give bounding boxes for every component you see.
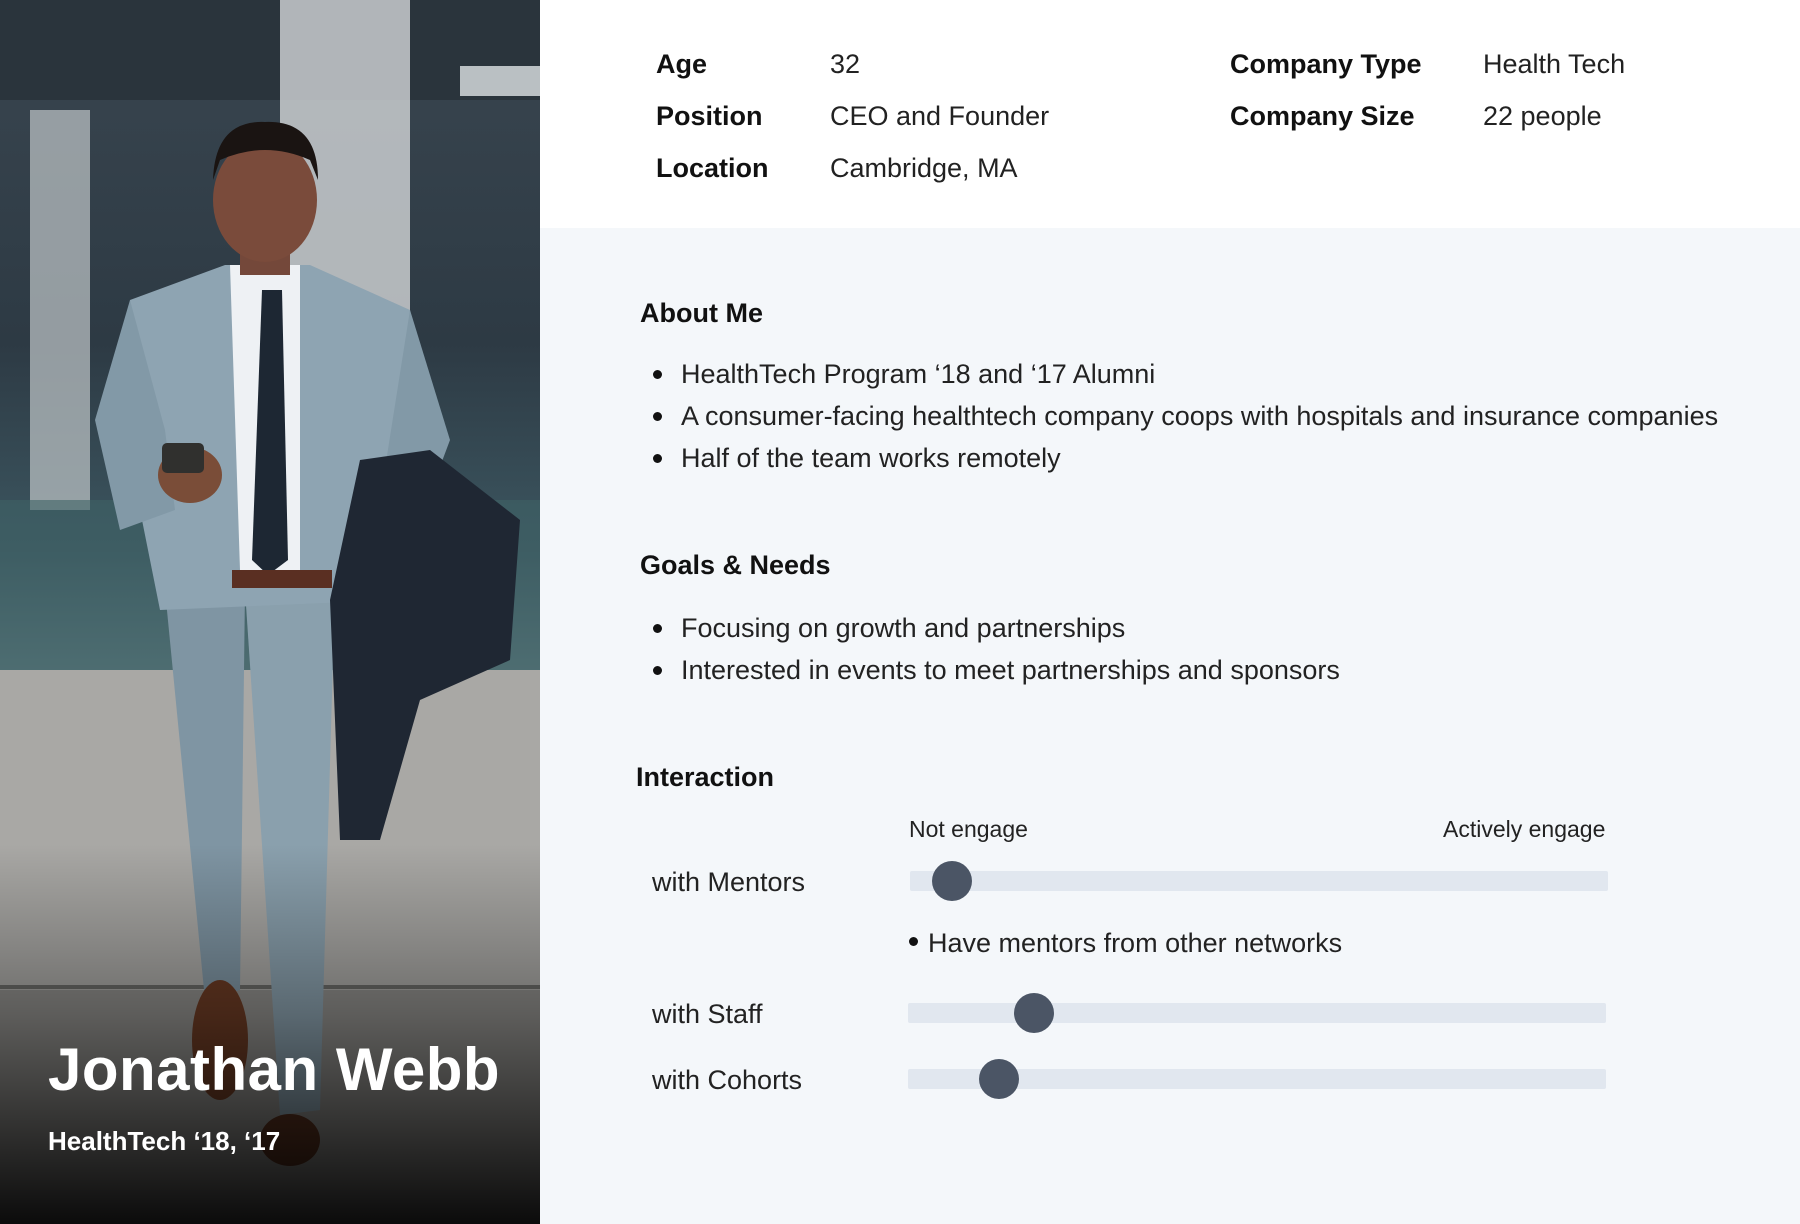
about-me-heading: About Me — [640, 298, 763, 328]
scale-max-label: Actively engage — [1443, 816, 1606, 842]
company-size-label: Company Size — [1230, 101, 1415, 131]
photo-gradient-overlay — [0, 844, 540, 1224]
position-value: CEO and Founder — [830, 101, 1050, 131]
bullet-icon — [909, 937, 918, 947]
list-item-text: Interested in events to meet partnership… — [681, 655, 1340, 685]
mentors-note-text: Have mentors from other networks — [928, 928, 1343, 958]
about-me-list: HealthTech Program ‘18 and ‘17 Alumni A … — [640, 353, 1718, 479]
bullet-icon — [653, 454, 662, 463]
location-label: Location — [656, 153, 769, 183]
persona-name: Jonathan Webb — [48, 1036, 501, 1103]
company-type-value: Health Tech — [1483, 49, 1626, 79]
mentors-note: Have mentors from other networks — [909, 928, 1342, 959]
cohorts-slider-knob[interactable] — [978, 1059, 1019, 1099]
age-value: 32 — [830, 49, 861, 79]
persona-main-panel: About Me HealthTech Program ‘18 and ‘17 … — [540, 228, 1800, 1224]
list-item-text: A consumer-facing healthtech company coo… — [681, 401, 1719, 431]
list-item-text: Focusing on growth and partnerships — [681, 613, 1126, 643]
mentors-slider-knob[interactable] — [931, 861, 972, 901]
bullet-icon — [653, 624, 662, 633]
bullet-icon — [653, 666, 662, 675]
location-value: Cambridge, MA — [830, 153, 1018, 183]
mentors-engagement-slider[interactable] — [910, 861, 1608, 901]
cohorts-engagement-slider[interactable] — [908, 1059, 1606, 1099]
goals-needs-heading: Goals & Needs — [640, 550, 831, 580]
staff-label: with Staff — [652, 999, 763, 1029]
staff-slider-knob[interactable] — [1013, 993, 1054, 1033]
persona-subtitle: HealthTech ‘18, ‘17 — [48, 1126, 281, 1156]
persona-photo-panel: Jonathan Webb HealthTech ‘18, ‘17 — [0, 0, 540, 1224]
bullet-icon — [653, 412, 662, 421]
staff-engagement-slider[interactable] — [908, 993, 1606, 1033]
scale-min-label: Not engage — [909, 816, 1028, 842]
list-item: Interested in events to meet partnership… — [640, 649, 1340, 691]
age-label: Age — [656, 49, 708, 79]
cohorts-label: with Cohorts — [652, 1065, 803, 1095]
company-size-value: 22 people — [1483, 101, 1602, 131]
company-type-label: Company Type — [1230, 49, 1422, 79]
mentors-label: with Mentors — [652, 867, 806, 897]
list-item: Half of the team works remotely — [640, 437, 1718, 479]
persona-details: Age 32 Position CEO and Founder Location… — [540, 0, 1800, 228]
list-item: Focusing on growth and partnerships — [640, 607, 1340, 649]
list-item: HealthTech Program ‘18 and ‘17 Alumni — [640, 353, 1718, 395]
list-item-text: HealthTech Program ‘18 and ‘17 Alumni — [681, 359, 1156, 389]
goals-needs-list: Focusing on growth and partnerships Inte… — [640, 607, 1340, 691]
list-item: A consumer-facing healthtech company coo… — [640, 395, 1718, 437]
bullet-icon — [653, 370, 662, 379]
position-label: Position — [656, 101, 763, 131]
interaction-heading: Interaction — [636, 762, 775, 792]
list-item-text: Half of the team works remotely — [681, 443, 1061, 473]
